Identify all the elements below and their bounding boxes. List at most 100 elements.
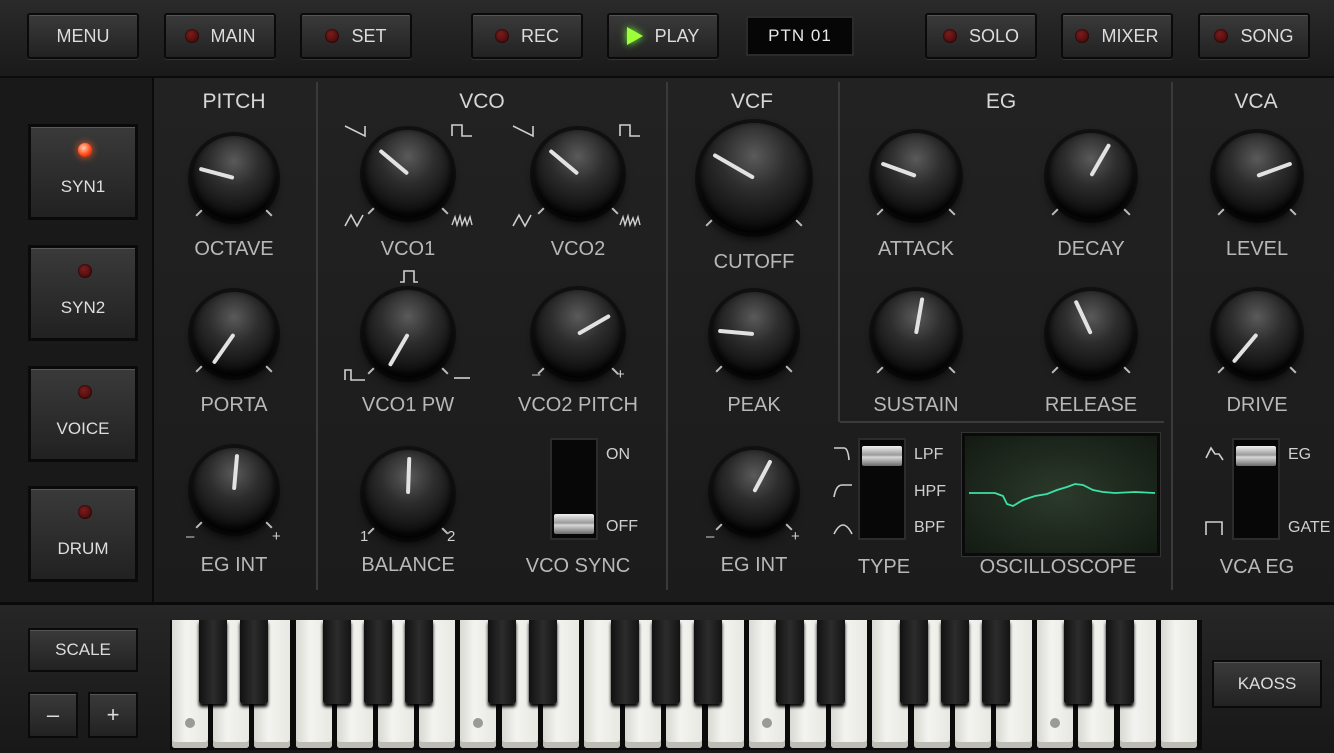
syn1-label: SYN1: [60, 177, 106, 196]
syn2-label: SYN2: [60, 298, 106, 317]
oscilloscope-label: OSCILLOSCOPE: [979, 556, 1137, 578]
octave-knob[interactable]: [192, 136, 276, 220]
vco1-pw-label: VCO1 PW: [361, 394, 455, 416]
bpf-label: BPF: [914, 519, 946, 536]
peak-label: PEAK: [727, 394, 781, 416]
rec-button[interactable]: REC: [471, 13, 583, 59]
attack-label: ATTACK: [878, 238, 954, 260]
drive-knob[interactable]: [1214, 291, 1300, 377]
black-key[interactable]: [405, 620, 433, 704]
divider: [316, 82, 318, 590]
switch-handle[interactable]: [1236, 446, 1276, 466]
play-icon: [626, 27, 643, 45]
divider: [1171, 82, 1173, 590]
solo-button[interactable]: SOLO: [925, 13, 1037, 59]
peak-knob[interactable]: [712, 292, 796, 376]
c-key-marker-icon: [762, 718, 772, 728]
play-button[interactable]: PLAY: [607, 13, 719, 59]
c-key-marker-icon: [473, 718, 483, 728]
vco-sync-switch[interactable]: [550, 438, 598, 540]
mixer-led-icon: [1075, 29, 1090, 43]
menu-button[interactable]: MENU: [27, 13, 139, 59]
knob-pointer: [717, 328, 755, 336]
kaoss-button[interactable]: KAOSS: [1212, 660, 1322, 708]
voice-button[interactable]: VOICE: [28, 366, 138, 462]
black-key[interactable]: [1106, 620, 1134, 704]
decay-knob[interactable]: [1048, 133, 1134, 219]
knob-pointer: [1256, 161, 1293, 178]
black-key[interactable]: [488, 620, 516, 704]
pitch-eg-int-min: –: [186, 528, 195, 545]
vca-section-title: VCA: [1234, 90, 1278, 113]
vca-eg-switch[interactable]: [1232, 438, 1280, 540]
oscilloscope-trace: [969, 483, 1156, 507]
octave-up-button[interactable]: +: [88, 692, 138, 738]
syn1-led-icon: [78, 143, 92, 157]
vco1-knob[interactable]: [364, 130, 452, 218]
cutoff-knob[interactable]: [699, 123, 809, 233]
highpass-filter-icon: [833, 484, 852, 498]
black-key[interactable]: [199, 620, 227, 704]
black-key[interactable]: [982, 620, 1010, 704]
set-button[interactable]: SET: [300, 13, 412, 59]
pitch-eg-int-knob[interactable]: [192, 448, 276, 532]
porta-knob[interactable]: [192, 292, 276, 376]
vco2-pitch-knob[interactable]: [534, 290, 622, 378]
black-key[interactable]: [900, 620, 928, 704]
filter-type-switch[interactable]: [858, 438, 906, 540]
black-key[interactable]: [652, 620, 680, 704]
vco-sync-label: VCO SYNC: [525, 555, 631, 577]
white-key[interactable]: [1161, 620, 1197, 748]
main-button-label: MAIN: [210, 25, 256, 46]
vca-gate-option-label: GATE: [1288, 519, 1331, 536]
black-key[interactable]: [817, 620, 845, 704]
knob-pointer: [1073, 299, 1093, 335]
wide-pulse-icon: [400, 270, 418, 283]
flat-line-icon: [454, 377, 470, 379]
song-button[interactable]: SONG: [1198, 13, 1310, 59]
knob-pointer: [880, 161, 917, 178]
mixer-button[interactable]: MIXER: [1061, 13, 1173, 59]
octave-down-button[interactable]: –: [28, 692, 78, 738]
mixer-button-label: MIXER: [1101, 25, 1159, 46]
cutoff-label: CUTOFF: [713, 251, 795, 273]
piano-keyboard[interactable]: [170, 620, 1202, 750]
release-knob[interactable]: [1048, 291, 1134, 377]
saw-wave-icon: [512, 125, 534, 138]
sustain-knob[interactable]: [873, 291, 959, 377]
scale-button[interactable]: SCALE: [28, 628, 138, 672]
gate-envelope-icon: [1205, 521, 1223, 535]
triangle-wave-icon: [344, 213, 364, 228]
syn2-button[interactable]: SYN2: [28, 245, 138, 341]
rec-button-label: REC: [520, 25, 559, 46]
main-button[interactable]: MAIN: [164, 13, 276, 59]
black-key[interactable]: [611, 620, 639, 704]
drum-button[interactable]: DRUM: [28, 486, 138, 582]
black-key[interactable]: [694, 620, 722, 704]
vco-sync-on-label: ON: [606, 446, 630, 463]
syn2-led-icon: [78, 264, 92, 278]
balance-knob[interactable]: [364, 450, 452, 538]
pattern-display[interactable]: PTN 01: [746, 16, 854, 56]
black-key[interactable]: [776, 620, 804, 704]
attack-knob[interactable]: [873, 133, 959, 219]
noise-wave-icon: [451, 213, 473, 228]
knob-pointer: [387, 333, 410, 368]
black-key[interactable]: [529, 620, 557, 704]
switch-handle[interactable]: [862, 446, 902, 466]
vcf-eg-int-knob[interactable]: [712, 450, 796, 534]
vco2-knob[interactable]: [534, 130, 622, 218]
black-key[interactable]: [240, 620, 268, 704]
vco-sync-off-label: OFF: [606, 518, 638, 535]
black-key[interactable]: [941, 620, 969, 704]
level-knob[interactable]: [1214, 133, 1300, 219]
switch-handle[interactable]: [554, 514, 594, 534]
main-led-icon: [184, 29, 199, 43]
black-key[interactable]: [1064, 620, 1092, 704]
syn1-button[interactable]: SYN1: [28, 124, 138, 220]
black-key[interactable]: [364, 620, 392, 704]
vco1-pw-knob[interactable]: [364, 290, 452, 378]
kaoss-button-label: KAOSS: [1237, 674, 1297, 693]
pitch-eg-int-label: EG INT: [200, 554, 268, 576]
black-key[interactable]: [323, 620, 351, 704]
